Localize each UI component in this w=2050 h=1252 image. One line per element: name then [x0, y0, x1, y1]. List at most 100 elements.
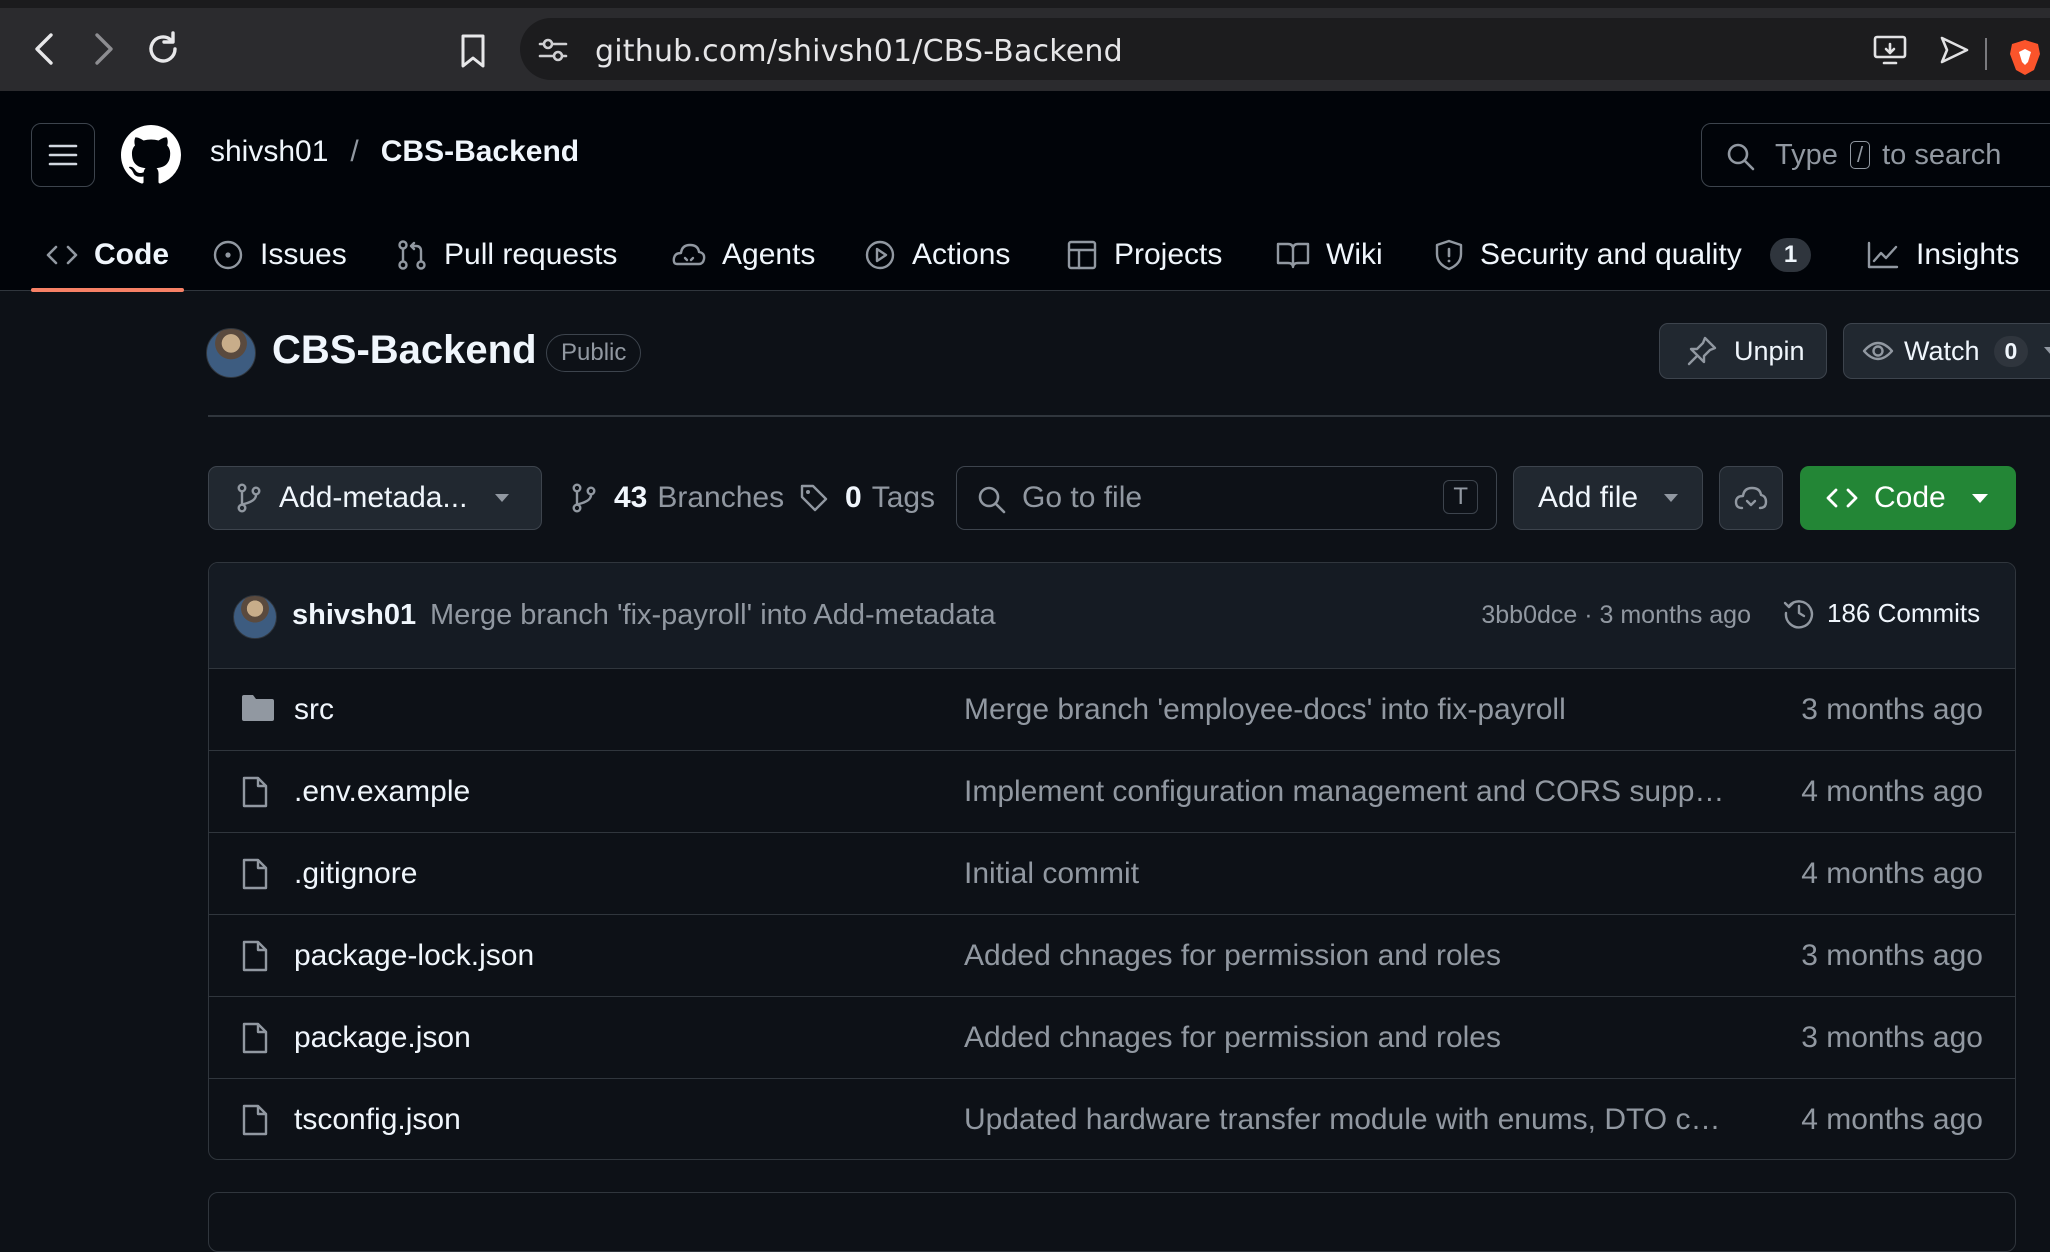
file-commit-time: 4 months ago [1801, 857, 1983, 890]
github-logo-icon[interactable] [120, 125, 182, 185]
tab-projects[interactable]: Projects [1066, 219, 1222, 291]
tab-actions-label: Actions [912, 238, 1011, 271]
menu-button[interactable] [31, 123, 95, 187]
branches-count: 43 [614, 481, 648, 514]
tab-security-and-quality[interactable]: Security and quality 1 [1434, 219, 1812, 291]
tab-wiki[interactable]: Wiki [1276, 219, 1383, 291]
address-bar[interactable]: github.com/shivsh01/CBS-Backend [520, 18, 2050, 80]
tab-agents-label: Agents [722, 238, 816, 271]
search-shortcut-key: / [1849, 141, 1871, 169]
codespaces-cloud-button[interactable] [1719, 466, 1783, 530]
back-icon[interactable] [30, 30, 60, 68]
tab-code[interactable]: Code [31, 219, 184, 292]
branches-link[interactable]: 43 Branches [570, 466, 784, 530]
code-button-label: Code [1874, 481, 1946, 514]
git-branch-icon [237, 483, 261, 513]
unpin-label: Unpin [1734, 335, 1805, 366]
search-input[interactable]: Type / to search [1701, 123, 2050, 187]
branch-selector-button[interactable]: Add-metada... [208, 466, 542, 530]
forward-icon[interactable] [88, 30, 118, 68]
branches-icon [572, 483, 596, 513]
commit-message[interactable]: Merge branch 'fix-payroll' into Add-meta… [430, 599, 996, 632]
search-placeholder: Type / to search [1775, 139, 2001, 172]
watch-button[interactable]: Watch 0 [1843, 323, 2050, 379]
file-row[interactable]: .gitignore Initial commit 4 months ago [209, 833, 2015, 915]
file-name[interactable]: tsconfig.json [294, 1103, 461, 1137]
file-row[interactable]: .env.example Implement configuration man… [209, 751, 2015, 833]
title-divider [208, 415, 2050, 417]
repo-name[interactable]: CBS-Backend [272, 328, 537, 373]
repo-link[interactable]: CBS-Backend [381, 135, 579, 168]
owner-link[interactable]: shivsh01 [210, 135, 328, 168]
file-commit-message[interactable]: Added chnages for permission and roles [964, 1021, 1734, 1055]
commit-sha-time[interactable]: 3bb0dce · 3 months ago [1481, 601, 1751, 630]
breadcrumb: shivsh01 / CBS-Backend [210, 135, 579, 169]
file-row[interactable]: tsconfig.json Updated hardware transfer … [209, 1079, 2015, 1159]
brave-shield-icon[interactable] [2008, 38, 2042, 76]
branch-caret-icon [495, 494, 510, 502]
tab-security-label: Security and quality [1480, 238, 1742, 271]
file-row[interactable]: package-lock.json Added chnages for perm… [209, 915, 2015, 997]
file-icon [241, 939, 269, 973]
go-to-file-input[interactable]: Go to file T [956, 466, 1497, 530]
file-commit-message[interactable]: Implement configuration management and C… [964, 775, 1734, 809]
file-commit-message[interactable]: Initial commit [964, 857, 1734, 891]
file-icon [241, 1103, 269, 1137]
reload-icon[interactable] [144, 30, 182, 68]
tab-pull-requests-label: Pull requests [444, 238, 618, 271]
tab-agents[interactable]: Agents [672, 219, 815, 291]
url-text[interactable]: github.com/shivsh01/CBS-Backend [595, 34, 1123, 69]
tags-label: Tags [871, 481, 936, 514]
owner-avatar[interactable] [206, 328, 256, 378]
folder-icon [241, 693, 275, 723]
watch-count: 0 [1993, 335, 2029, 367]
send-icon[interactable] [1938, 34, 1970, 66]
commits-link[interactable]: 186 Commits [1783, 597, 1980, 629]
file-name[interactable]: src [294, 693, 334, 727]
unpin-button[interactable]: Unpin [1659, 323, 1827, 379]
readme-box [208, 1192, 2016, 1252]
git-pull-request-icon [398, 240, 426, 270]
file-commit-message[interactable]: Added chnages for permission and roles [964, 939, 1734, 973]
tab-insights[interactable]: Insights [1866, 219, 2019, 291]
file-row[interactable]: src Merge branch 'employee-docs' into fi… [209, 669, 2015, 751]
tags-link[interactable]: 0 Tags [799, 466, 935, 530]
go-to-file-search-icon [977, 485, 1007, 515]
site-settings-icon[interactable] [538, 36, 568, 64]
shield-icon [1435, 239, 1463, 271]
commit-author-avatar[interactable] [233, 595, 277, 639]
file-commit-time: 4 months ago [1801, 775, 1983, 808]
file-commit-time: 3 months ago [1801, 1021, 1983, 1054]
watch-dropdown-caret-icon [2044, 347, 2050, 355]
add-file-label: Add file [1538, 481, 1639, 514]
file-name[interactable]: .env.example [294, 775, 470, 809]
tab-actions[interactable]: Actions [864, 219, 1010, 291]
file-commit-message[interactable]: Merge branch 'employee-docs' into fix-pa… [964, 693, 1734, 727]
file-commit-message[interactable]: Updated hardware transfer module with en… [964, 1103, 1734, 1137]
branches-label: Branches [657, 481, 785, 514]
visibility-badge: Public [546, 334, 642, 372]
issue-opened-icon [213, 240, 243, 270]
go-to-file-shortcut-key: T [1443, 480, 1478, 514]
add-file-button[interactable]: Add file [1513, 466, 1703, 530]
commit-author[interactable]: shivsh01 [292, 599, 416, 632]
play-icon [865, 240, 895, 270]
code-icon [46, 245, 78, 265]
search-icon [1726, 142, 1756, 172]
file-name[interactable]: package.json [294, 1021, 471, 1055]
toolbar-separator [1985, 38, 1987, 70]
file-name[interactable]: .gitignore [294, 857, 417, 891]
code-dropdown-button[interactable]: Code [1800, 466, 2016, 530]
bookmark-icon[interactable] [458, 32, 488, 70]
commits-count-label: 186 Commits [1827, 597, 1981, 628]
agent-icon [672, 243, 706, 266]
github-header: shivsh01 / CBS-Backend Type / to search Co… [0, 91, 2050, 292]
cloud-icon [1734, 486, 1768, 510]
file-name[interactable]: package-lock.json [294, 939, 534, 973]
file-commit-time: 3 months ago [1801, 939, 1983, 972]
code-caret-icon [1971, 493, 1988, 503]
tab-issues[interactable]: Issues [212, 219, 347, 291]
file-row[interactable]: package.json Added chnages for permissio… [209, 997, 2015, 1079]
tab-pull-requests[interactable]: Pull requests [396, 219, 617, 291]
cast-icon[interactable] [1872, 34, 1908, 66]
